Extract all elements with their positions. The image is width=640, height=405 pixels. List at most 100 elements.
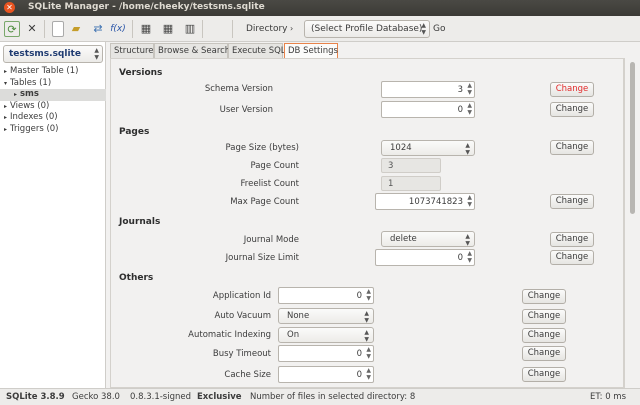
table-icon[interactable]: ▦ [138,21,154,37]
chevron-right-icon: › [290,24,294,33]
schema-version-change-button[interactable]: Change [550,82,594,97]
spinner-icon[interactable]: ▲ ▼ [467,194,472,208]
toolbar-separator [232,20,233,38]
journal-size-limit-label: Journal Size Limit [225,253,299,263]
journal-size-limit-change-button[interactable]: Change [550,250,594,265]
tree-item-tables[interactable]: ▾ Tables (1) [0,78,106,90]
sqlite-version: SQLite 3.8.9 [6,392,65,402]
freelist-count-value: 1 [388,179,394,189]
busy-timeout-field[interactable]: 0 ▲ ▼ [278,345,374,362]
connect-icon[interactable]: ⇄ [90,21,106,37]
profile-database-select[interactable]: (Select Profile Database) ▲ ▼ [304,20,430,38]
directory-file-count: Number of files in selected directory: 8 [250,392,416,402]
toolbar-separator [202,20,203,38]
busy-timeout-change-button[interactable]: Change [522,346,566,361]
page-count-value: 3 [388,161,394,171]
toolbar: ⟳ ✕ ▰ ⇄ f(x) ▦ ▦ ▥ Directory › (Select P… [0,16,640,42]
database-select-value: testsms.sqlite [9,49,81,59]
select-arrows-icon: ▲ ▼ [364,310,369,324]
database-select[interactable]: testsms.sqlite ▲ ▼ [3,45,103,63]
tab-structure[interactable]: Structure [110,43,154,58]
application-id-field[interactable]: 0 ▲ ▼ [278,287,374,304]
journal-mode-select[interactable]: delete ▲ ▼ [381,231,475,247]
cache-size-field[interactable]: 0 ▲ ▼ [278,366,374,383]
automatic-indexing-change-button[interactable]: Change [522,328,566,343]
spinner-icon[interactable]: ▲ ▼ [467,250,472,264]
toolbar-separator [132,20,133,38]
select-arrows-icon: ▲ ▼ [465,142,470,156]
close-window-icon[interactable]: ✕ [4,2,15,13]
schema-tree: ▸ Master Table (1) ▾ Tables (1) ▸ sms ▸ View… [0,66,106,135]
scrollbar-thumb[interactable] [630,62,635,214]
edit-table-icon[interactable]: ▦ [160,21,176,37]
freelist-count-field: 1 [381,176,441,191]
max-page-count-change-button[interactable]: Change [550,194,594,209]
application-id-change-button[interactable]: Change [522,289,566,304]
refresh-icon[interactable]: ⟳ [4,21,20,37]
spinner-icon[interactable]: ▲ ▼ [366,346,371,360]
automatic-indexing-select[interactable]: On ▲ ▼ [278,327,374,343]
spinner-icon[interactable]: ▲ ▼ [366,367,371,381]
connection-mode: Exclusive [197,392,242,402]
tree-item-triggers[interactable]: ▸ Triggers (0) [0,124,106,136]
db-settings-panel: Versions Schema Version 3 ▲ ▼ Change User… [110,58,624,388]
user-version-field[interactable]: 0 ▲ ▼ [381,101,475,118]
section-journals-title: Journals [119,217,161,227]
tree-item-master-table[interactable]: ▸ Master Table (1) [0,66,106,78]
schema-version-value: 3 [457,85,463,95]
auto-vacuum-change-button[interactable]: Change [522,309,566,324]
busy-timeout-value: 0 [356,349,362,359]
select-arrows-icon: ▲ ▼ [364,329,369,343]
tree-item-views[interactable]: ▸ Views (0) [0,101,106,113]
section-pages-title: Pages [119,127,150,137]
open-folder-icon[interactable]: ▰ [68,21,84,37]
application-id-label: Application Id [212,291,271,301]
user-version-label: User Version [219,105,273,115]
journal-mode-change-button[interactable]: Change [550,232,594,247]
auto-vacuum-value: None [287,311,310,321]
new-db-icon[interactable] [52,21,64,37]
auto-vacuum-select[interactable]: None ▲ ▼ [278,308,374,324]
vertical-scrollbar[interactable] [624,58,640,388]
user-version-value: 0 [457,105,463,115]
title-bar: ✕ SQLite Manager - /home/cheeky/testsms.… [0,0,640,16]
journal-mode-value: delete [390,234,417,244]
section-versions-title: Versions [119,68,163,78]
journal-size-limit-value: 0 [457,253,463,263]
select-arrows-icon: ▲ ▼ [421,22,426,36]
page-size-select[interactable]: 1024 ▲ ▼ [381,140,475,156]
select-arrows-icon: ▲ ▼ [465,233,470,247]
tab-execute-sql[interactable]: Execute SQL [228,43,286,58]
tab-db-settings[interactable]: DB Settings [284,43,338,58]
spinner-icon[interactable]: ▲ ▼ [467,102,472,116]
tree-item-sms[interactable]: ▸ sms [0,89,106,101]
cache-size-change-button[interactable]: Change [522,367,566,382]
automatic-indexing-label: Automatic Indexing [188,330,271,340]
gecko-version: Gecko 38.0 [72,392,120,402]
window-title: SQLite Manager - /home/cheeky/testsms.sq… [28,2,265,12]
index-icon[interactable]: ▥ [182,21,198,37]
database-tree-pane: testsms.sqlite ▲ ▼ ▸ Master Table (1) ▾ Tab… [0,42,106,388]
profile-select-value: (Select Profile Database) [311,24,423,34]
page-size-change-button[interactable]: Change [550,140,594,155]
schema-version-field[interactable]: 3 ▲ ▼ [381,81,475,98]
spinner-icon[interactable]: ▲ ▼ [366,288,371,302]
tree-item-indexes[interactable]: ▸ Indexes (0) [0,112,106,124]
application-id-value: 0 [356,291,362,301]
journal-size-limit-field[interactable]: 0 ▲ ▼ [375,249,475,266]
auto-vacuum-label: Auto Vacuum [214,311,271,321]
toolbar-separator [44,20,45,38]
spinner-icon[interactable]: ▲ ▼ [467,82,472,96]
page-count-label: Page Count [250,161,299,171]
main-tabs: Structure Browse & Search Execute SQL DB… [110,42,640,58]
tab-browse-search[interactable]: Browse & Search [154,43,230,58]
directory-label: Directory [246,24,288,34]
max-page-count-value: 1073741823 [408,197,463,207]
max-page-count-field[interactable]: 1073741823 ▲ ▼ [375,193,475,210]
busy-timeout-label: Busy Timeout [212,349,271,359]
cache-size-label: Cache Size [224,370,271,380]
tools-icon[interactable]: ✕ [24,21,40,37]
go-button[interactable]: Go [433,24,445,34]
user-version-change-button[interactable]: Change [550,102,594,117]
function-icon[interactable]: f(x) [108,21,128,37]
